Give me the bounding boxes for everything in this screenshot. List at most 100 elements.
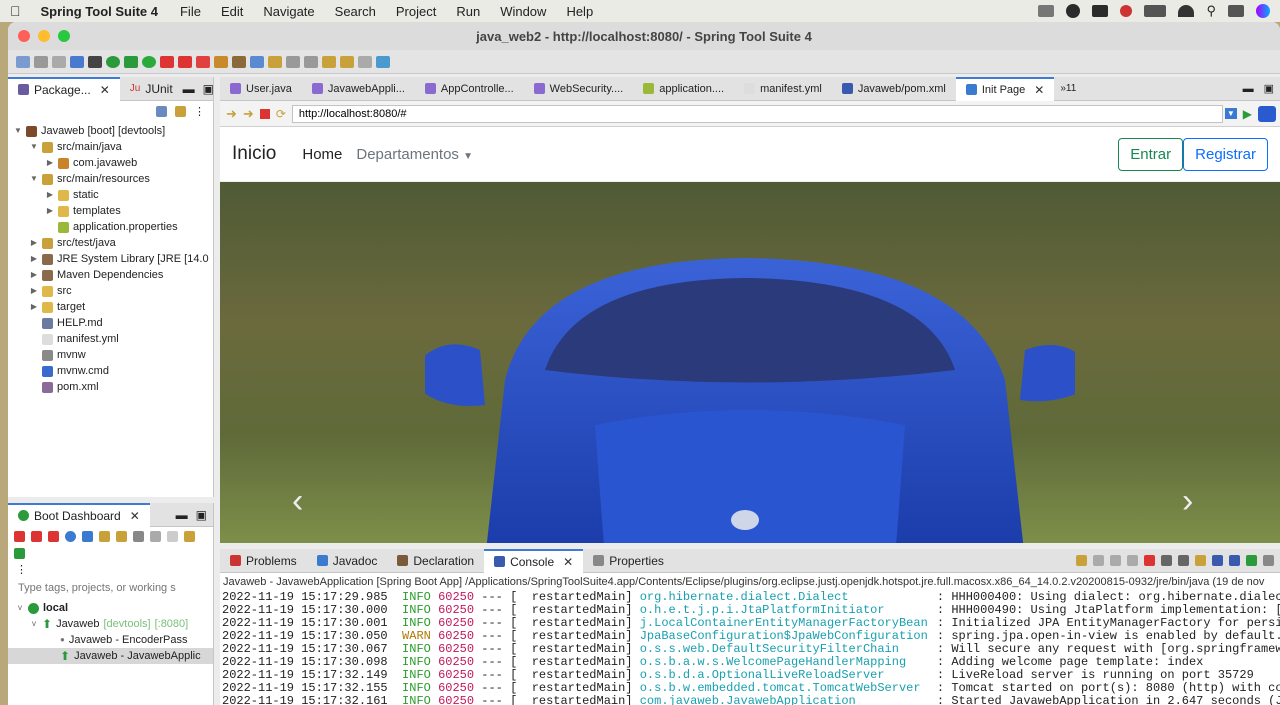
add-icon[interactable] xyxy=(14,548,25,559)
menu-help[interactable]: Help xyxy=(556,4,603,19)
editor-tab[interactable]: manifest.yml xyxy=(734,77,832,101)
carousel-prev-icon[interactable]: ‹ xyxy=(292,482,303,521)
tree-item[interactable]: ▶ com.javaweb xyxy=(8,155,213,171)
tree-item[interactable]: ▶ src/test/java xyxy=(8,235,213,251)
expand-toggle-icon[interactable]: ▶ xyxy=(30,299,38,315)
maximize-icon[interactable]: ▣ xyxy=(1264,82,1274,95)
close-window-icon[interactable] xyxy=(18,30,30,42)
console-tool-icon[interactable] xyxy=(1212,555,1223,566)
close-icon[interactable]: ✕ xyxy=(563,555,573,569)
open-browser-icon[interactable] xyxy=(65,531,76,542)
boot-filter-input[interactable] xyxy=(18,582,208,594)
expand-toggle-icon[interactable]: ▶ xyxy=(30,235,38,251)
tree-item[interactable]: HELP.md xyxy=(8,315,213,331)
edit-config-icon[interactable] xyxy=(116,531,127,542)
tree-item[interactable]: ▶ target xyxy=(8,299,213,315)
editor-tab[interactable]: Javaweb/pom.xml xyxy=(832,77,956,101)
tree-item[interactable]: ▶ src xyxy=(8,283,213,299)
refresh-icon[interactable] xyxy=(150,531,161,542)
boot-local[interactable]: v local xyxy=(8,600,213,616)
back-icon[interactable] xyxy=(322,55,336,68)
control-center-icon[interactable] xyxy=(1228,5,1244,17)
menu-edit[interactable]: Edit xyxy=(211,4,253,19)
back-icon[interactable]: ➜ xyxy=(226,106,237,122)
perspective-icon[interactable] xyxy=(376,55,390,68)
next-annotation-icon[interactable] xyxy=(304,55,318,68)
debug-bar-icon[interactable] xyxy=(88,55,102,68)
console-tool-icon[interactable] xyxy=(1110,555,1121,566)
boot-app-javaweb[interactable]: v ⬆ Javaweb [devtools] [:8080] xyxy=(8,616,213,632)
menu-run[interactable]: Run xyxy=(446,4,490,19)
annotation-icon[interactable] xyxy=(286,55,300,68)
expand-toggle-icon[interactable]: ▶ xyxy=(46,155,54,171)
camera-icon[interactable] xyxy=(1038,5,1055,17)
open-type-icon[interactable] xyxy=(250,55,264,68)
tree-item[interactable]: manifest.yml xyxy=(8,331,213,347)
expand-toggle-icon[interactable]: ▶ xyxy=(46,187,54,203)
browser-icon[interactable] xyxy=(1258,105,1276,122)
more-tabs-button[interactable]: »11 xyxy=(1060,83,1076,94)
edit-icon[interactable] xyxy=(268,55,282,68)
debug-restart-icon[interactable] xyxy=(31,531,42,542)
terminate-icon[interactable] xyxy=(196,55,210,68)
tab-junit[interactable]: Ju JUnit xyxy=(120,77,183,101)
menu-navigate[interactable]: Navigate xyxy=(253,4,324,19)
close-icon[interactable]: ✕ xyxy=(100,83,110,97)
editor-tab[interactable]: WebSecurity.... xyxy=(524,77,634,101)
tree-item[interactable]: ▶ static xyxy=(8,187,213,203)
moon-icon[interactable] xyxy=(1120,5,1133,17)
search-icon[interactable]: ⚲ xyxy=(1206,3,1216,19)
console-tool-icon[interactable] xyxy=(1093,555,1104,566)
go-icon[interactable]: ▶ xyxy=(1243,107,1252,121)
close-icon[interactable]: ✕ xyxy=(130,509,140,523)
forward-icon[interactable]: ➜ xyxy=(243,106,254,122)
view-menu-icon[interactable]: ⋮ xyxy=(8,563,213,576)
tree-item[interactable]: mvnw.cmd xyxy=(8,363,213,379)
minimize-icon[interactable]: ▬ xyxy=(1243,83,1254,95)
tree-item[interactable]: mvnw xyxy=(8,347,213,363)
expand-toggle-icon[interactable]: ▶ xyxy=(30,283,38,299)
save-icon[interactable] xyxy=(34,55,48,68)
link-editor-icon[interactable] xyxy=(175,105,186,117)
url-input[interactable] xyxy=(291,104,1223,123)
menu-window[interactable]: Window xyxy=(490,4,556,19)
dropdown-icon[interactable]: ▼ xyxy=(1224,108,1237,119)
site-brand[interactable]: Inicio xyxy=(232,143,276,165)
editor-tab[interactable]: User.java xyxy=(220,77,302,101)
console-tool-icon[interactable] xyxy=(1161,555,1172,566)
deploy-icon[interactable] xyxy=(167,531,178,542)
editor-tab[interactable]: JavawebAppli... xyxy=(302,77,415,101)
open-console-icon[interactable] xyxy=(82,531,93,542)
stop-icon[interactable] xyxy=(259,108,270,119)
run-icon[interactable] xyxy=(142,55,156,68)
forward-icon[interactable] xyxy=(340,55,354,68)
expose-icon[interactable] xyxy=(184,531,195,542)
console-tool-icon[interactable] xyxy=(1178,555,1189,566)
tree-item[interactable]: ▼ Javaweb [boot] [devtools] xyxy=(8,123,213,139)
editor-tab[interactable]: application.... xyxy=(633,77,734,101)
app-menu[interactable]: Spring Tool Suite 4 xyxy=(31,4,170,19)
tree-item[interactable]: ▼ src/main/java xyxy=(8,139,213,155)
stop-icon[interactable] xyxy=(178,55,192,68)
nav-departamentos[interactable]: Departamentos ▼ xyxy=(356,146,473,163)
apple-icon[interactable]:  xyxy=(0,3,31,19)
editor-tab[interactable]: Init Page ✕ xyxy=(955,76,1055,101)
tree-item[interactable]: ▶ Maven Dependencies xyxy=(8,267,213,283)
tree-item[interactable]: ▼ src/main/resources xyxy=(8,171,213,187)
console-tool-icon[interactable] xyxy=(1229,555,1240,566)
refresh-icon[interactable] xyxy=(232,55,246,68)
maximize-icon[interactable]: ▣ xyxy=(203,82,214,96)
run-config-icon[interactable] xyxy=(160,55,174,68)
entrar-button[interactable]: Entrar xyxy=(1118,137,1184,171)
expand-toggle-icon[interactable]: ▼ xyxy=(14,123,22,139)
filter-icon[interactable] xyxy=(133,531,144,542)
nav-home[interactable]: Home xyxy=(302,146,342,163)
siri-icon[interactable] xyxy=(1256,4,1270,18)
last-edit-icon[interactable] xyxy=(358,55,372,68)
refresh-icon[interactable]: ⟳ xyxy=(276,107,286,121)
wifi-icon[interactable] xyxy=(1178,5,1195,17)
save-all-icon[interactable] xyxy=(52,55,66,68)
close-icon[interactable]: ✕ xyxy=(1034,83,1044,97)
terminal-icon[interactable] xyxy=(1092,5,1109,17)
tree-item[interactable]: ▶ JRE System Library [JRE [14.0 xyxy=(8,251,213,267)
